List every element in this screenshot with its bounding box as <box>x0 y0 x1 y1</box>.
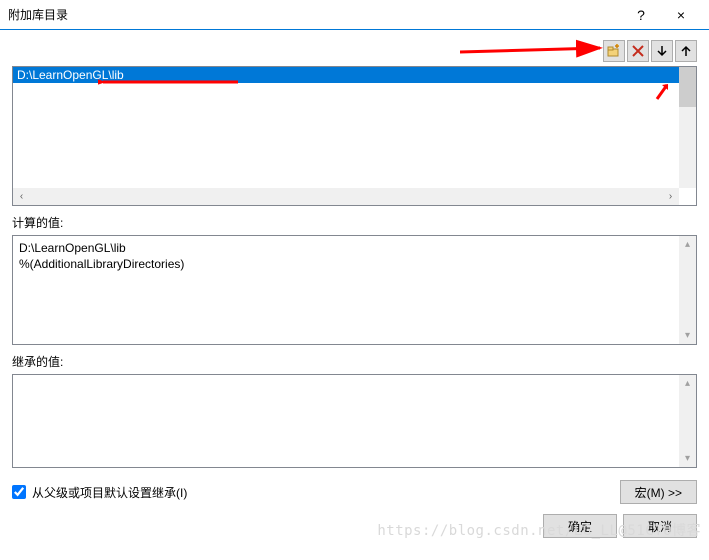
list-inner: D:\LearnOpenGL\lib <box>13 67 679 188</box>
inherit-checkbox[interactable] <box>12 485 26 499</box>
delete-icon <box>632 45 644 57</box>
scroll-left-icon[interactable]: ‹ <box>13 188 30 205</box>
inherit-checkbox-label: 从父级或项目默认设置继承(I) <box>32 484 187 501</box>
footer-row-1: 从父级或项目默认设置继承(I) 宏(M) >> <box>12 480 697 504</box>
vertical-scrollbar[interactable]: ▴ ▾ <box>679 375 696 467</box>
horizontal-scrollbar[interactable]: ‹ › <box>13 188 679 205</box>
scroll-right-icon[interactable]: › <box>662 188 679 205</box>
watermark: https://blog.csdn.net/LG_LL@51CTO博客 <box>377 520 701 540</box>
titlebar: 附加库目录 ? × <box>0 0 709 30</box>
inherit-checkbox-row[interactable]: 从父级或项目默认设置继承(I) <box>12 484 620 501</box>
macros-button[interactable]: 宏(M) >> <box>620 480 697 504</box>
vertical-scrollbar[interactable] <box>679 67 696 188</box>
new-folder-icon <box>607 44 621 58</box>
move-down-icon <box>656 45 668 57</box>
scroll-down-icon: ▾ <box>679 450 696 467</box>
computed-values-box: D:\LearnOpenGL\lib %(AdditionalLibraryDi… <box>12 235 697 345</box>
new-line-button[interactable] <box>603 40 625 62</box>
scroll-down-icon: ▾ <box>679 327 696 344</box>
move-down-button[interactable] <box>651 40 673 62</box>
help-button[interactable]: ? <box>621 0 661 30</box>
close-button[interactable]: × <box>661 0 701 30</box>
vertical-scrollbar[interactable]: ▴ ▾ <box>679 236 696 344</box>
move-up-button[interactable] <box>675 40 697 62</box>
list-toolbar <box>12 40 697 62</box>
delete-button[interactable] <box>627 40 649 62</box>
scroll-up-icon: ▴ <box>679 375 696 392</box>
computed-label: 计算的值: <box>12 214 697 231</box>
computed-text: D:\LearnOpenGL\lib %(AdditionalLibraryDi… <box>13 236 679 344</box>
inherited-text <box>13 375 679 467</box>
scroll-up-icon: ▴ <box>679 236 696 253</box>
scroll-thumb[interactable] <box>679 67 696 107</box>
list-item[interactable]: D:\LearnOpenGL\lib <box>13 67 679 83</box>
directories-listbox[interactable]: D:\LearnOpenGL\lib ‹ › <box>12 66 697 206</box>
dialog-content: D:\LearnOpenGL\lib ‹ › 计算的值: D:\LearnOpe… <box>0 30 709 550</box>
inherited-values-box: ▴ ▾ <box>12 374 697 468</box>
inherited-label: 继承的值: <box>12 353 697 370</box>
move-up-icon <box>680 45 692 57</box>
window-title: 附加库目录 <box>8 6 621 23</box>
